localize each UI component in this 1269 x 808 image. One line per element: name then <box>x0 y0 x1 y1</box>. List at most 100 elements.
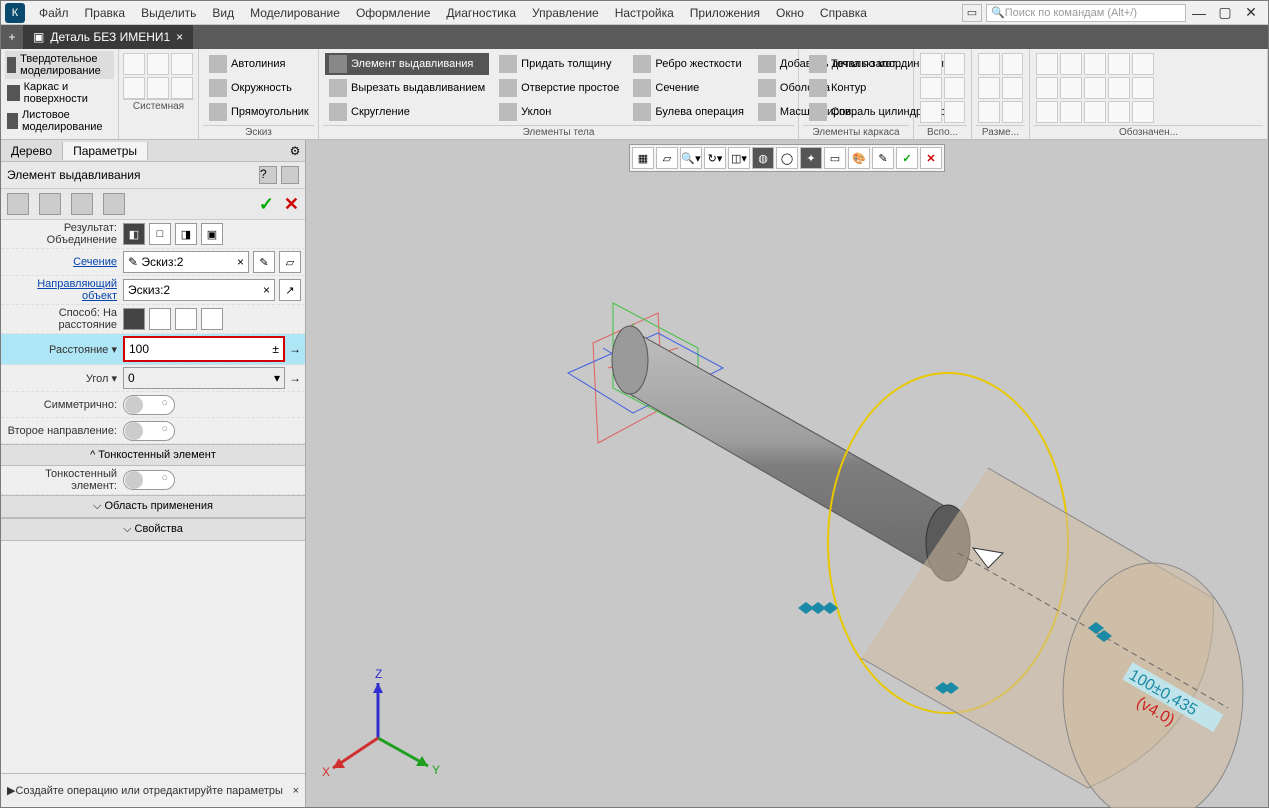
symmetric-toggle[interactable]: ○ <box>123 395 175 415</box>
tool-spiral[interactable]: Спираль цилиндрическ... <box>805 101 907 123</box>
method-opt-2[interactable] <box>149 308 171 330</box>
secdir-toggle[interactable]: ○ <box>123 421 175 441</box>
result-opt-2[interactable]: □ <box>149 223 171 245</box>
op-icon-3[interactable] <box>71 193 93 215</box>
tab-tree[interactable]: Дерево <box>1 142 63 160</box>
section-label[interactable]: Сечение <box>5 256 123 268</box>
ann-icon-1[interactable] <box>1036 53 1058 75</box>
maximize-button[interactable]: ▢ <box>1212 4 1238 21</box>
tool-fillet[interactable]: Скругление <box>325 101 489 123</box>
aux-icon-2[interactable] <box>944 53 966 75</box>
menu-file[interactable]: Файл <box>31 6 77 20</box>
ann-icon-5[interactable] <box>1132 53 1154 75</box>
new-file-icon[interactable] <box>123 53 145 75</box>
panel-gear-icon[interactable]: ⚙ <box>285 144 305 158</box>
apply-button[interactable]: ✓ <box>259 194 274 215</box>
tool-rect[interactable]: Прямоугольник <box>205 101 312 123</box>
tool-autoline[interactable]: Автолиния <box>205 53 312 75</box>
ann-icon-11[interactable] <box>1036 101 1058 123</box>
layout-icon[interactable]: ▭ <box>962 4 982 22</box>
tool-contour[interactable]: Контур <box>805 77 907 99</box>
guide-label[interactable]: Направляющий объект <box>5 278 123 302</box>
undo-icon[interactable] <box>147 77 169 99</box>
help-icon[interactable]: ? <box>259 166 277 184</box>
cancel-button[interactable]: ✕ <box>284 194 299 215</box>
ann-icon-14[interactable] <box>1108 101 1130 123</box>
dim-icon-1[interactable] <box>978 53 1000 75</box>
thinwall-toggle[interactable]: ○ <box>123 470 175 490</box>
document-tab[interactable]: ▣ Деталь БЕЗ ИМЕНИ1 × <box>23 25 193 49</box>
tool-section[interactable]: Сечение <box>629 77 748 99</box>
redo-icon[interactable] <box>171 77 193 99</box>
section-edit-icon[interactable]: ✎ <box>253 251 275 273</box>
result-opt-4[interactable]: ▣ <box>201 223 223 245</box>
menu-settings[interactable]: Настройка <box>607 6 682 20</box>
menu-modeling[interactable]: Моделирование <box>242 6 348 20</box>
menu-window[interactable]: Окно <box>768 6 812 20</box>
aux-icon-1[interactable] <box>920 53 942 75</box>
open-file-icon[interactable] <box>147 53 169 75</box>
save-icon[interactable] <box>171 53 193 75</box>
thinwall-header[interactable]: Тонкостенный элемент <box>1 444 305 466</box>
ann-icon-7[interactable] <box>1060 77 1082 99</box>
menu-manage[interactable]: Управление <box>524 6 607 20</box>
op-icon-1[interactable] <box>7 193 29 215</box>
status-close-icon[interactable]: × <box>293 785 299 797</box>
method-opt-1[interactable] <box>123 308 145 330</box>
tool-circle[interactable]: Окружность <box>205 77 312 99</box>
ann-icon-3[interactable] <box>1084 53 1106 75</box>
ann-icon-13[interactable] <box>1084 101 1106 123</box>
tool-extrude[interactable]: Элемент выдавливания <box>325 53 489 75</box>
tool-draft[interactable]: Уклон <box>495 101 623 123</box>
tool-cut-extrude[interactable]: Вырезать выдавливанием <box>325 77 489 99</box>
command-search[interactable]: 🔍 Поиск по командам (Alt+/) <box>986 4 1186 22</box>
close-button[interactable]: ✕ <box>1238 4 1264 21</box>
dim-icon-5[interactable] <box>978 101 1000 123</box>
aux-icon-4[interactable] <box>944 77 966 99</box>
dim-icon-4[interactable] <box>1002 77 1024 99</box>
print-icon[interactable] <box>123 77 145 99</box>
distance-input[interactable]: 100± <box>123 336 285 362</box>
menu-diag[interactable]: Диагностика <box>438 6 524 20</box>
aux-icon-3[interactable] <box>920 77 942 99</box>
result-opt-3[interactable]: ◨ <box>175 223 197 245</box>
tab-close-icon[interactable]: × <box>176 30 183 44</box>
ann-icon-9[interactable] <box>1108 77 1130 99</box>
ann-icon-2[interactable] <box>1060 53 1082 75</box>
aux-icon-6[interactable] <box>944 101 966 123</box>
new-tab-button[interactable]: + <box>1 25 23 49</box>
ann-icon-4[interactable] <box>1108 53 1130 75</box>
tool-boolean[interactable]: Булева операция <box>629 101 748 123</box>
distance-dir-icon[interactable]: → <box>289 342 301 356</box>
section-pick-icon[interactable]: ▱ <box>279 251 301 273</box>
scope-header[interactable]: Область применения <box>1 495 305 518</box>
section-input[interactable]: ✎ Эскиз:2× <box>123 251 249 273</box>
3d-viewport[interactable]: ▦ ▱ 🔍▾ ↻▾ ◫▾ ◍ ◯ ✦ ▭ 🎨 ✎ ✓ ✕ <box>306 140 1268 807</box>
tool-hole[interactable]: Отверстие простое <box>495 77 623 99</box>
guide-input[interactable]: Эскиз:2× <box>123 279 275 301</box>
ann-icon-8[interactable] <box>1084 77 1106 99</box>
dim-icon-6[interactable] <box>1002 101 1024 123</box>
props-header[interactable]: Свойства <box>1 518 305 541</box>
tab-params[interactable]: Параметры <box>63 142 148 160</box>
ann-icon-10[interactable] <box>1132 77 1154 99</box>
method-opt-4[interactable] <box>201 308 223 330</box>
dim-icon-2[interactable] <box>1002 53 1024 75</box>
settings-icon[interactable] <box>281 166 299 184</box>
menu-help[interactable]: Справка <box>812 6 875 20</box>
minimize-button[interactable]: — <box>1186 5 1212 21</box>
guide-pick-icon[interactable]: ↗ <box>279 279 301 301</box>
ann-icon-6[interactable] <box>1036 77 1058 99</box>
menu-apps[interactable]: Приложения <box>682 6 768 20</box>
mode-solid[interactable]: Твердотельное моделирование <box>5 51 114 79</box>
op-icon-2[interactable] <box>39 193 61 215</box>
tool-thicken[interactable]: Придать толщину <box>495 53 623 75</box>
aux-icon-5[interactable] <box>920 101 942 123</box>
result-opt-1[interactable]: ◧ <box>123 223 145 245</box>
method-opt-3[interactable] <box>175 308 197 330</box>
menu-edit[interactable]: Правка <box>77 6 134 20</box>
angle-dir-icon[interactable]: → <box>289 371 301 385</box>
menu-select[interactable]: Выделить <box>133 6 204 20</box>
ann-icon-15[interactable] <box>1132 101 1154 123</box>
tool-pointcoord[interactable]: Точка по координатам <box>805 53 907 75</box>
